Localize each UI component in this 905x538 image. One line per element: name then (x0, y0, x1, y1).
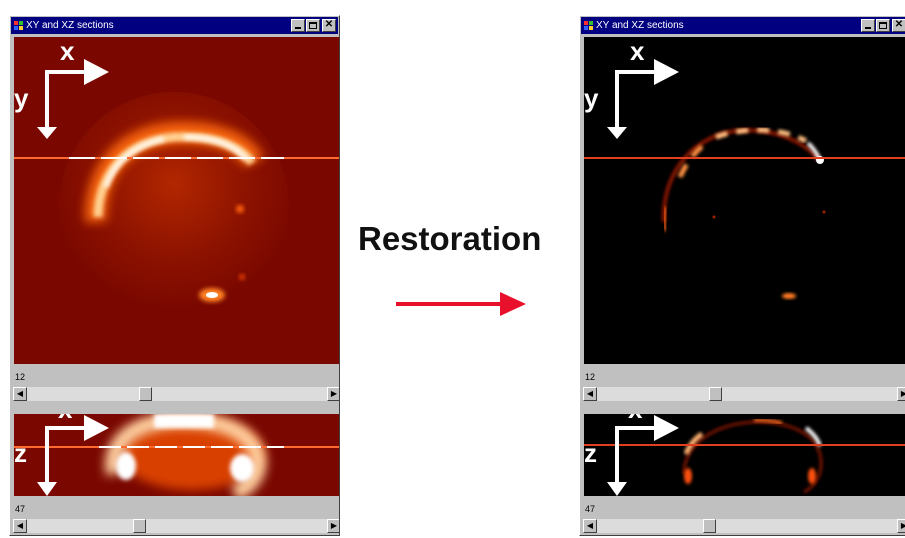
xz-section-image[interactable]: x z (584, 414, 905, 496)
slider-value-y: 12 (585, 372, 596, 382)
scroll-left-icon[interactable]: ◀ (583, 519, 597, 533)
window-title: XY and XZ sections (26, 20, 114, 31)
window-raw[interactable]: XY and XZ sections ✕ x y 12 ◀ ▶ z 47 ◀ ▶ (9, 15, 340, 536)
x-axis-label: x (58, 414, 72, 422)
scroll-thumb[interactable] (139, 387, 152, 401)
maximize-icon[interactable] (876, 19, 890, 32)
y-axis-label: y (14, 83, 29, 113)
xz-section-image[interactable]: x z (14, 414, 339, 496)
slider-value-z: 47 (15, 504, 26, 514)
slice-scrollbar-2[interactable]: ◀ ▶ (583, 519, 905, 533)
slice-scrollbar-2[interactable]: ◀ ▶ (13, 519, 339, 533)
slice-scrollbar-1[interactable]: ◀ ▶ (583, 387, 905, 401)
scroll-thumb[interactable] (703, 519, 716, 533)
minimize-icon[interactable] (291, 19, 305, 32)
app-icon (14, 21, 23, 30)
arrow-right-icon (396, 292, 526, 316)
scroll-right-icon[interactable]: ▶ (897, 519, 905, 533)
scroll-right-icon[interactable]: ▶ (327, 519, 339, 533)
scroll-left-icon[interactable]: ◀ (13, 387, 27, 401)
close-icon[interactable]: ✕ (322, 19, 336, 32)
restoration-label: Restoration (358, 220, 542, 257)
z-axis-label: z (584, 438, 597, 468)
title-bar[interactable]: XY and XZ sections ✕ (11, 17, 338, 34)
slider-value-z: 47 (585, 504, 596, 514)
x-axis-label: x (60, 37, 75, 66)
scroll-thumb[interactable] (709, 387, 722, 401)
scroll-thumb[interactable] (133, 519, 146, 533)
maximize-icon[interactable] (306, 19, 320, 32)
slider-value-y: 12 (15, 372, 26, 382)
scroll-right-icon[interactable]: ▶ (327, 387, 339, 401)
minimize-icon[interactable] (861, 19, 875, 32)
x-axis-label: x (628, 414, 642, 422)
slice-scrollbar-1[interactable]: ◀ ▶ (13, 387, 339, 401)
window-title: XY and XZ sections (596, 20, 684, 31)
app-icon (584, 21, 593, 30)
xy-section-image[interactable]: x y (584, 37, 905, 364)
scroll-left-icon[interactable]: ◀ (13, 519, 27, 533)
y-axis-label: y (584, 83, 599, 113)
close-icon[interactable]: ✕ (892, 19, 905, 32)
title-bar[interactable]: XY and XZ sections ✕ (581, 17, 905, 34)
x-axis-label: x (630, 37, 645, 66)
xy-section-image[interactable]: x y (14, 37, 339, 364)
window-restored[interactable]: XY and XZ sections ✕ x y 12 ◀ z 47 ◀ (579, 15, 905, 536)
z-axis-label: z (14, 438, 27, 468)
scroll-left-icon[interactable]: ◀ (583, 387, 597, 401)
scroll-right-icon[interactable]: ▶ (897, 387, 905, 401)
